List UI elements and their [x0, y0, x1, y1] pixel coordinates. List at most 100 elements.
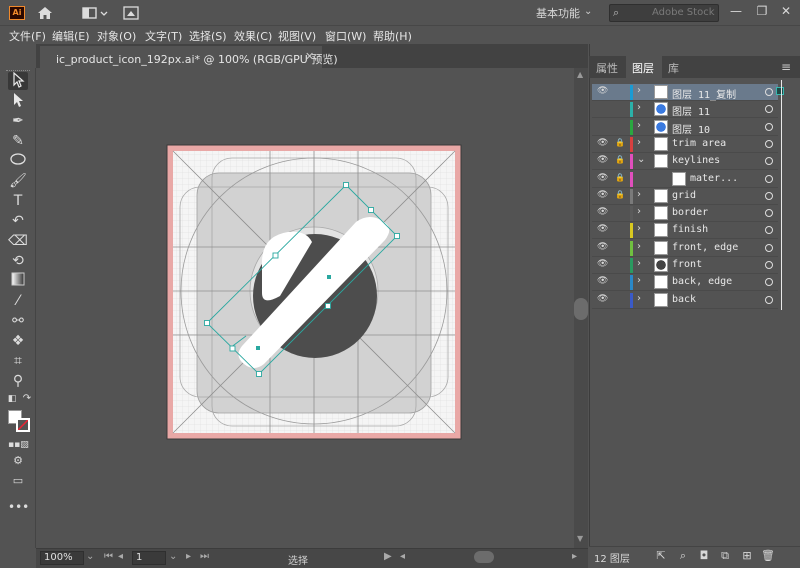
scroll-left-icon[interactable]: ◂	[400, 551, 405, 562]
chevron-right-icon[interactable]: ›	[637, 275, 641, 286]
target-circle-icon[interactable]	[765, 243, 773, 252]
close-tab-icon[interactable]: ✕	[305, 50, 314, 63]
swap-colors-icon[interactable]: ↷	[22, 394, 32, 404]
direct-selection-tool-icon[interactable]	[8, 92, 28, 110]
chevron-right-icon[interactable]: ›	[637, 258, 641, 269]
next-artboard-icon[interactable]: ▸	[186, 551, 191, 562]
zoom-level-field[interactable]: 100%	[40, 551, 84, 565]
artboard-dropdown-icon[interactable]: ⌄	[169, 551, 177, 562]
target-circle-icon[interactable]	[765, 88, 773, 96]
target-circle-icon[interactable]	[765, 191, 773, 200]
layer-row[interactable]: 👁 › front	[592, 257, 778, 274]
target-circle-icon[interactable]	[765, 295, 773, 304]
restore-button[interactable]: ❐	[754, 4, 770, 18]
scroll-right-icon[interactable]: ▸	[572, 551, 577, 562]
target-circle-icon[interactable]	[765, 105, 773, 114]
delete-layer-icon[interactable]: 🗑	[761, 549, 775, 562]
zoom-dropdown-icon[interactable]: ⌄	[86, 551, 94, 562]
visibility-eye-icon[interactable]: 👁	[597, 224, 609, 234]
chevron-right-icon[interactable]: ›	[637, 241, 641, 252]
lock-icon[interactable]: 🔒	[615, 138, 625, 147]
layer-row[interactable]: 👁 🔒 › trim area	[592, 136, 778, 153]
target-circle-icon[interactable]	[765, 261, 773, 269]
rotate-tool-icon[interactable]: ↶	[8, 212, 28, 230]
eraser-tool-icon[interactable]: ⌫	[8, 232, 28, 250]
menu-help[interactable]: 帮助(H)	[373, 28, 412, 44]
visibility-eye-icon[interactable]: 👁	[597, 207, 609, 217]
menu-object[interactable]: 对象(O)	[97, 28, 136, 44]
lock-icon[interactable]: 🔒	[615, 155, 625, 164]
chevron-right-icon[interactable]: ›	[637, 293, 641, 304]
layer-row[interactable]: › 图层 11	[592, 101, 778, 119]
visibility-eye-icon[interactable]: 👁	[597, 259, 609, 269]
artboard-tool-icon[interactable]: ⌗	[8, 352, 28, 370]
paintbrush-tool-icon[interactable]: 🖌	[8, 172, 28, 190]
layer-row[interactable]: 👁 🔒 › grid	[592, 188, 778, 205]
chevron-right-icon[interactable]: ›	[637, 189, 641, 200]
lock-icon[interactable]: 🔒	[615, 173, 625, 182]
visibility-eye-icon[interactable]: 👁	[597, 138, 609, 148]
layer-row[interactable]: 👁 🔒 mater...	[592, 171, 778, 188]
first-artboard-icon[interactable]: ⏮	[104, 551, 113, 562]
close-button[interactable]: ✕	[778, 4, 794, 18]
tab-layers[interactable]: 图层	[632, 60, 654, 76]
status-menu-icon[interactable]: ▶	[384, 551, 392, 562]
panel-menu-icon[interactable]: ≡	[781, 60, 791, 74]
chevron-right-icon[interactable]: ›	[637, 223, 641, 234]
screen-mode-icon[interactable]: ▭	[8, 472, 28, 490]
minimize-button[interactable]: —	[728, 4, 744, 18]
tab-properties[interactable]: 属性	[596, 60, 618, 76]
layer-row[interactable]: 👁 › 图层 11_复制	[592, 84, 784, 101]
chevron-down-icon[interactable]: ⌄	[637, 154, 645, 165]
visibility-eye-icon[interactable]: 👁	[597, 190, 609, 200]
eyedropper-tool-icon[interactable]: ⁄	[8, 292, 28, 310]
chevron-down-icon[interactable]: ⌄	[584, 6, 592, 17]
locate-object-icon[interactable]: ⌕	[676, 549, 690, 563]
stroke-color-swatch[interactable]	[16, 418, 30, 432]
scroll-down-icon[interactable]: ▼	[577, 534, 583, 543]
layer-row[interactable]: 👁 🔒 ⌄ keylines	[592, 153, 778, 171]
chevron-right-icon[interactable]: ›	[637, 206, 641, 217]
target-circle-icon[interactable]	[765, 122, 773, 131]
arrange-documents-icon[interactable]	[82, 4, 108, 22]
last-artboard-icon[interactable]: ⏭	[200, 551, 209, 562]
menu-window[interactable]: 窗口(W)	[325, 28, 366, 44]
ellipse-tool-icon[interactable]	[8, 152, 28, 170]
menu-edit[interactable]: 编辑(E)	[52, 28, 90, 44]
layer-row[interactable]: 👁 › back, edge	[592, 274, 778, 292]
blend-tool-icon[interactable]: ⚯	[8, 312, 28, 330]
target-circle-icon[interactable]	[765, 174, 773, 183]
symbol-sprayer-tool-icon[interactable]: ❖	[8, 332, 28, 350]
horizontal-scroll-thumb[interactable]	[474, 551, 494, 563]
previous-artboard-icon[interactable]: ◂	[118, 551, 123, 562]
visibility-eye-icon[interactable]: 👁	[597, 294, 609, 304]
layer-row[interactable]: 👁 › border	[592, 205, 778, 223]
layer-row[interactable]: 👁 › finish	[592, 222, 778, 240]
scroll-up-icon[interactable]: ▲	[577, 70, 583, 79]
type-tool-icon[interactable]: T	[8, 192, 28, 210]
canvas[interactable]	[38, 68, 574, 548]
share-publish-icon[interactable]	[122, 4, 140, 22]
visibility-eye-icon[interactable]: 👁	[597, 173, 609, 183]
drawing-mode-icon[interactable]: ⚙	[8, 452, 28, 470]
document-tab[interactable]: ic_product_icon_192px.ai* @ 100% (RGB/GP…	[40, 46, 338, 68]
target-circle-icon[interactable]	[765, 226, 773, 235]
home-icon[interactable]	[36, 4, 54, 22]
selected-art-indicator[interactable]	[776, 87, 784, 95]
shape-builder-tool-icon[interactable]: ⟲	[8, 252, 28, 270]
vertical-scroll-thumb[interactable]	[574, 298, 588, 320]
target-circle-icon[interactable]	[765, 157, 773, 166]
gradient-tool-icon[interactable]	[8, 272, 28, 290]
target-circle-icon[interactable]	[765, 139, 773, 148]
selection-tool-icon[interactable]	[8, 71, 28, 90]
menu-type[interactable]: 文字(T)	[145, 28, 182, 44]
chevron-right-icon[interactable]: ›	[637, 85, 641, 96]
pen-tool-icon[interactable]: ✒	[8, 112, 28, 130]
visibility-eye-icon[interactable]: 👁	[597, 86, 609, 96]
visibility-eye-icon[interactable]: 👁	[597, 155, 609, 165]
edit-toolbar-icon[interactable]: •••	[8, 498, 29, 516]
layer-row[interactable]: › 图层 10	[592, 119, 778, 136]
tab-libraries[interactable]: 库	[668, 60, 679, 76]
chevron-right-icon[interactable]: ›	[637, 120, 641, 131]
curvature-tool-icon[interactable]: ✎	[8, 132, 28, 150]
